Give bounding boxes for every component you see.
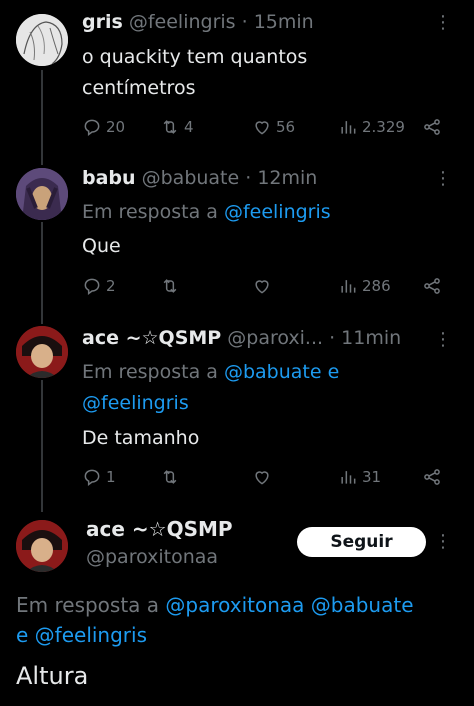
more-vertical-icon[interactable]: ⋮	[434, 170, 452, 188]
retweet-button[interactable]	[160, 467, 180, 487]
author-handle[interactable]: @paroxitonaa	[86, 546, 218, 568]
thread-line	[41, 380, 43, 512]
follow-button[interactable]: Seguir	[297, 527, 426, 557]
like-button[interactable]: 56	[252, 117, 295, 137]
replying-to: Em resposta a @babuate e @feelingris	[82, 357, 339, 419]
reply-button[interactable]: 20	[82, 117, 125, 137]
avatar-character-image	[16, 326, 68, 378]
reply-icon	[84, 278, 100, 295]
replying-prefix: Em resposta a	[82, 201, 218, 223]
avatar[interactable]	[16, 326, 68, 378]
more-vertical-icon[interactable]: ⋮	[434, 533, 452, 551]
replying-to: Em resposta a @paroxitonaa @babuate e @f…	[16, 590, 466, 650]
share-button[interactable]	[422, 276, 442, 296]
views-icon	[341, 471, 356, 484]
share-icon	[424, 278, 440, 294]
tweet-text: Altura	[16, 662, 89, 690]
mention-link[interactable]: @babuate e	[224, 361, 339, 383]
thread-line	[41, 222, 43, 324]
avatar[interactable]	[16, 520, 68, 572]
views-icon	[341, 121, 356, 134]
avatar[interactable]	[16, 14, 68, 66]
replying-prefix: Em resposta a	[82, 361, 218, 383]
timestamp[interactable]: · 15min	[242, 11, 314, 33]
avatar-character-image	[16, 168, 68, 220]
views-icon	[341, 280, 356, 293]
reply-button[interactable]: 2	[82, 276, 116, 296]
like-count: 56	[276, 118, 296, 136]
tweet-text: De tamanho	[82, 427, 200, 449]
reply-icon	[84, 469, 100, 486]
mention-link[interactable]: @feelingris	[35, 623, 147, 647]
author-handle[interactable]: @paroxi...	[227, 327, 323, 349]
mention-link[interactable]: @paroxitonaa	[165, 593, 304, 617]
thread-line	[41, 70, 43, 165]
more-vertical-icon[interactable]: ⋮	[434, 331, 452, 349]
mention-link[interactable]: @babuate	[311, 593, 414, 617]
views-count: 286	[362, 277, 391, 295]
reply-count: 1	[106, 468, 116, 486]
retweet-button[interactable]: 4	[160, 117, 194, 137]
like-button[interactable]	[252, 467, 272, 487]
mention-link[interactable]: @feelingris	[224, 201, 331, 223]
timestamp[interactable]: · 12min	[245, 167, 317, 189]
share-button[interactable]	[422, 467, 442, 487]
author-handle[interactable]: @babuate	[142, 167, 240, 189]
retweet-icon	[163, 120, 177, 134]
share-icon	[424, 119, 440, 135]
views-count: 2.329	[362, 118, 405, 136]
heart-icon	[255, 121, 269, 135]
retweet-icon	[163, 279, 177, 293]
tweet-text-line: o quackity tem quantos	[82, 46, 308, 68]
author-name[interactable]: gris	[82, 11, 123, 33]
tweet-text: Que	[82, 235, 121, 257]
heart-icon	[255, 280, 269, 294]
like-button[interactable]	[252, 276, 272, 296]
tweet-text-line: centímetros	[82, 77, 196, 99]
author-name[interactable]: ace ~☆QSMP	[82, 327, 221, 349]
timestamp[interactable]: · 11min	[329, 327, 401, 349]
views-button[interactable]: 2.329	[338, 117, 405, 137]
retweet-icon	[163, 470, 177, 484]
views-button[interactable]: 286	[338, 276, 391, 296]
share-button[interactable]	[422, 117, 442, 137]
heart-icon	[255, 471, 269, 485]
conjunction: e	[16, 623, 29, 647]
mention-link[interactable]: @feelingris	[82, 388, 339, 419]
retweet-button[interactable]	[160, 276, 180, 296]
avatar-sketch-image	[16, 14, 68, 66]
reply-icon	[84, 119, 100, 136]
more-vertical-icon[interactable]: ⋮	[434, 14, 452, 32]
share-icon	[424, 469, 440, 485]
author-handle[interactable]: @feelingris	[129, 11, 236, 33]
replying-prefix: Em resposta a	[16, 593, 160, 617]
views-button[interactable]: 31	[338, 467, 381, 487]
author-name[interactable]: ace ~☆QSMP	[86, 517, 233, 541]
reply-count: 20	[106, 118, 126, 136]
views-count: 31	[362, 468, 382, 486]
reply-count: 2	[106, 277, 116, 295]
author-name[interactable]: babu	[82, 167, 136, 189]
reply-button[interactable]: 1	[82, 467, 116, 487]
replying-to: Em resposta a @feelingris	[82, 197, 331, 228]
avatar[interactable]	[16, 168, 68, 220]
avatar-character-image	[16, 520, 68, 572]
retweet-count: 4	[184, 118, 194, 136]
